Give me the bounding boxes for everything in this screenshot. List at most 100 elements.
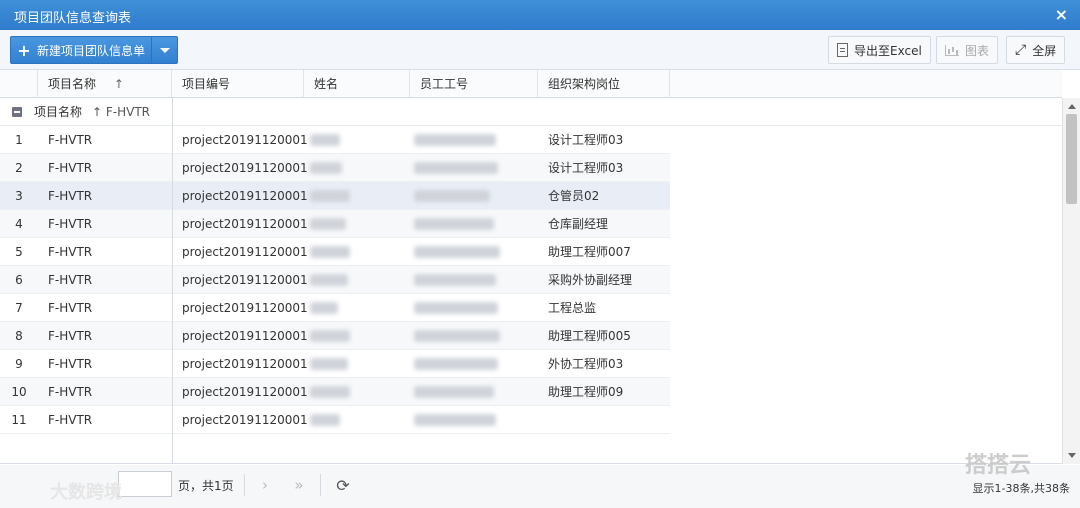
column-divider bbox=[172, 98, 173, 464]
cell-org-post: 工程总监 bbox=[548, 301, 597, 315]
cell-project-name: F-HVTR bbox=[48, 217, 93, 231]
pager-divider bbox=[244, 474, 245, 496]
cell-org-post: 助理工程师005 bbox=[548, 329, 631, 343]
chart-icon bbox=[945, 44, 959, 56]
fullscreen-label: 全屏 bbox=[1032, 43, 1057, 58]
table-row[interactable]: 3 F-HVTR project20191120001 仓管员02 bbox=[0, 182, 670, 210]
cell-project-name: F-HVTR bbox=[48, 245, 93, 259]
table-row[interactable]: 2 F-HVTR project20191120001 设计工程师03 bbox=[0, 154, 670, 182]
last-page-icon[interactable]: » bbox=[284, 471, 314, 499]
row-number: 3 bbox=[15, 189, 23, 203]
cell-name-redacted bbox=[310, 134, 340, 146]
cell-org-post: 助理工程师007 bbox=[548, 245, 631, 259]
pager-bar: 页，共1页 › » ⟳ 显示1-38条,共38条 bbox=[0, 465, 1080, 508]
cell-project-name: F-HVTR bbox=[48, 273, 93, 287]
row-number: 8 bbox=[15, 329, 23, 343]
table-row[interactable]: 1 F-HVTR project20191120001 设计工程师03 bbox=[0, 126, 670, 154]
row-number: 6 bbox=[15, 273, 23, 287]
header-org-post[interactable]: 组织架构岗位 bbox=[538, 70, 670, 98]
table-row[interactable]: 7 F-HVTR project20191120001 工程总监 bbox=[0, 294, 670, 322]
grid-header: 项目名称 ↑ 项目编号 姓名 员工工号 组织架构岗位 bbox=[0, 70, 1062, 98]
chevron-down-icon bbox=[159, 47, 170, 53]
header-name[interactable]: 姓名 bbox=[304, 70, 410, 98]
cell-org-post: 助理工程师09 bbox=[548, 385, 624, 399]
cell-employee-no-redacted bbox=[414, 134, 496, 146]
cell-name-redacted bbox=[310, 386, 350, 398]
next-page-icon[interactable]: › bbox=[250, 471, 280, 499]
cell-project-code: project20191120001 bbox=[182, 357, 308, 371]
scroll-up-icon[interactable] bbox=[1068, 104, 1076, 109]
scroll-down-icon[interactable] bbox=[1068, 453, 1076, 458]
scroll-thumb[interactable] bbox=[1066, 114, 1077, 204]
cell-project-name: F-HVTR bbox=[48, 385, 93, 399]
cell-employee-no-redacted bbox=[414, 274, 496, 286]
cell-org-post: 采购外协副经理 bbox=[548, 273, 633, 287]
cell-project-name: F-HVTR bbox=[48, 301, 93, 315]
cell-project-name: F-HVTR bbox=[48, 413, 93, 427]
excel-file-icon bbox=[837, 43, 848, 57]
cell-name-redacted bbox=[310, 246, 350, 258]
refresh-icon[interactable]: ⟳ bbox=[328, 471, 358, 499]
page-total-text: 页，共1页 bbox=[178, 479, 234, 493]
watermark-left: 大数跨境 bbox=[50, 482, 122, 503]
collapse-icon[interactable] bbox=[12, 107, 22, 117]
window-titlebar: 项目团队信息查询表 × bbox=[0, 0, 1080, 30]
cell-project-code: project20191120001 bbox=[182, 413, 308, 427]
cell-employee-no-redacted bbox=[414, 190, 490, 202]
table-row[interactable]: 4 F-HVTR project20191120001 仓库副经理 bbox=[0, 210, 670, 238]
cell-name-redacted bbox=[310, 218, 346, 230]
window-title: 项目团队信息查询表 bbox=[14, 11, 132, 26]
header-employee-no[interactable]: 员工工号 bbox=[410, 70, 538, 98]
vertical-scrollbar[interactable] bbox=[1062, 98, 1080, 464]
row-number: 11 bbox=[11, 413, 27, 427]
header-project-name[interactable]: 项目名称 ↑ bbox=[38, 70, 172, 98]
cell-org-post: 设计工程师03 bbox=[548, 133, 624, 147]
cell-org-post: 仓库副经理 bbox=[548, 217, 609, 231]
row-number: 9 bbox=[15, 357, 23, 371]
cell-project-code: project20191120001 bbox=[182, 301, 308, 315]
group-value: ↑ F-HVTR bbox=[92, 105, 151, 119]
export-excel-button[interactable]: 导出至Excel bbox=[828, 36, 931, 64]
cell-employee-no-redacted bbox=[414, 218, 494, 230]
row-number: 4 bbox=[15, 217, 23, 231]
cell-name-redacted bbox=[310, 190, 350, 202]
cell-project-name: F-HVTR bbox=[48, 161, 93, 175]
chart-button[interactable]: 图表 bbox=[936, 36, 999, 64]
record-count-info: 显示1-38条,共38条 bbox=[972, 482, 1070, 495]
cell-project-name: F-HVTR bbox=[48, 189, 93, 203]
row-number: 1 bbox=[15, 133, 23, 147]
cell-org-post: 仓管员02 bbox=[548, 189, 600, 203]
cell-employee-no-redacted bbox=[414, 414, 496, 426]
pager-divider bbox=[320, 474, 321, 496]
table-row[interactable]: 11 F-HVTR project20191120001 bbox=[0, 406, 670, 434]
row-number: 2 bbox=[15, 161, 23, 175]
row-number: 7 bbox=[15, 301, 23, 315]
close-icon[interactable]: × bbox=[1055, 5, 1068, 24]
cell-project-name: F-HVTR bbox=[48, 133, 93, 147]
table-row[interactable]: 10 F-HVTR project20191120001 助理工程师09 bbox=[0, 378, 670, 406]
cell-project-code: project20191120001 bbox=[182, 189, 308, 203]
table-row[interactable]: 9 F-HVTR project20191120001 外协工程师03 bbox=[0, 350, 670, 378]
table-row[interactable]: 5 F-HVTR project20191120001 助理工程师007 bbox=[0, 238, 670, 266]
cell-employee-no-redacted bbox=[414, 330, 500, 342]
header-project-code[interactable]: 项目编号 bbox=[172, 70, 304, 98]
chart-label: 图表 bbox=[965, 43, 990, 58]
group-row[interactable]: 项目名称 ↑ F-HVTR bbox=[0, 98, 1062, 126]
page-number-input[interactable] bbox=[118, 471, 172, 497]
cell-project-code: project20191120001 bbox=[182, 133, 308, 147]
group-label: 项目名称 bbox=[34, 105, 83, 119]
new-team-info-button[interactable]: + 新建项目团队信息单 bbox=[10, 36, 178, 64]
new-dropdown-button[interactable] bbox=[151, 37, 177, 63]
watermark-right: 搭搭云 bbox=[965, 453, 1032, 478]
fullscreen-button[interactable]: ⤢ 全屏 bbox=[1006, 36, 1066, 64]
plus-icon: + bbox=[17, 40, 31, 60]
cell-name-redacted bbox=[310, 358, 348, 370]
cell-name-redacted bbox=[310, 302, 338, 314]
header-rownum bbox=[0, 70, 38, 98]
sort-up-icon[interactable]: ↑ bbox=[114, 77, 124, 91]
toolbar: + 新建项目团队信息单 导出至Excel 图表 ⤢ 全屏 bbox=[0, 30, 1080, 70]
header-project-name-label: 项目名称 bbox=[48, 77, 97, 91]
table-row[interactable]: 8 F-HVTR project20191120001 助理工程师005 bbox=[0, 322, 670, 350]
table-row[interactable]: 6 F-HVTR project20191120001 采购外协副经理 bbox=[0, 266, 670, 294]
cell-project-code: project20191120001 bbox=[182, 329, 308, 343]
